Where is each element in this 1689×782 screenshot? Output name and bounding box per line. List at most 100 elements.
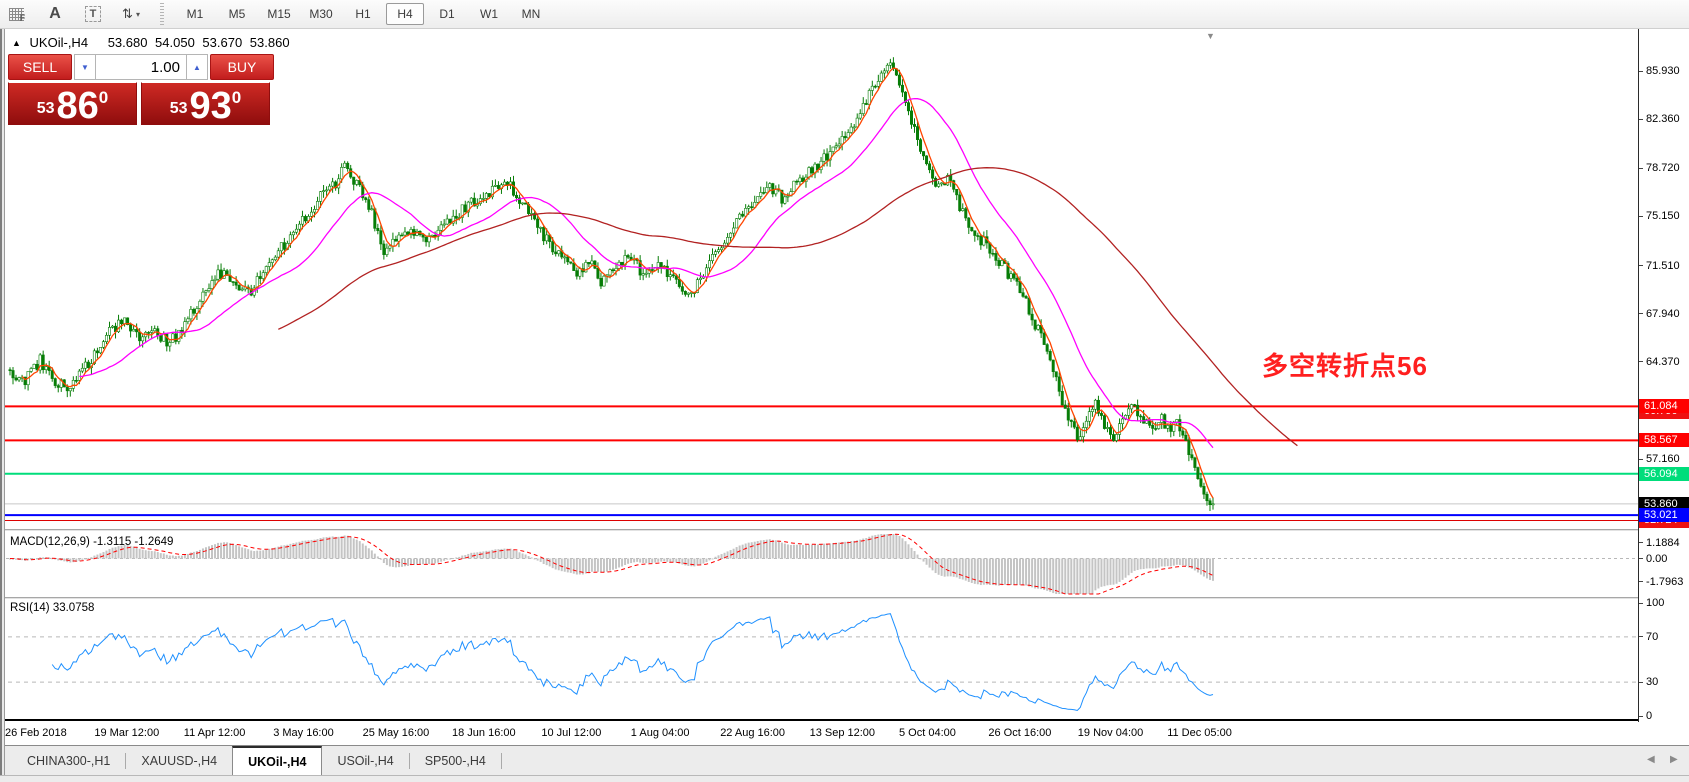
- timeframe-button-h1[interactable]: H1: [344, 3, 382, 25]
- timeframe-button-m1[interactable]: M1: [176, 3, 214, 25]
- text-box-icon[interactable]: T: [80, 2, 106, 26]
- tab-china300-h1[interactable]: CHINA300-,H1: [12, 746, 125, 775]
- price-line-label-58-567: 58.567: [1639, 433, 1689, 447]
- date-label: 1 Aug 04:00: [631, 727, 690, 739]
- sell-button[interactable]: SELL: [8, 54, 72, 80]
- price-axis-label: 64.370: [1646, 356, 1680, 368]
- tab-ukoil-h4[interactable]: UKOil-,H4: [232, 746, 322, 775]
- rsi-axis-label: 0: [1646, 710, 1652, 722]
- arrange-arrows-glyph: ⇅: [122, 6, 133, 22]
- tab-scroll-left-button[interactable]: ◀: [1647, 754, 1655, 765]
- price-axis[interactable]: 85.93082.36078.72075.15071.51067.94064.3…: [1638, 29, 1689, 741]
- timeframe-buttons: M1M5M15M30H1H4D1W1MN: [174, 3, 552, 25]
- timeframe-button-d1[interactable]: D1: [428, 3, 466, 25]
- date-label: 26 Oct 16:00: [988, 727, 1051, 739]
- price-axis-label: 82.360: [1646, 113, 1680, 125]
- panel-separator[interactable]: [0, 597, 1689, 599]
- window-edge: [0, 29, 5, 775]
- tab-separator: [501, 753, 502, 769]
- price-axis-label: 57.160: [1646, 453, 1680, 465]
- chart-header: ▲ UKOil-,H4 53.680 54.050 53.670 53.860: [12, 35, 290, 50]
- status-bar: [0, 775, 1689, 782]
- chart-symbol: UKOil-,H4: [30, 35, 89, 50]
- axis-tick: [1639, 459, 1643, 460]
- date-label: 26 Feb 2018: [5, 727, 67, 739]
- timeframe-button-h4[interactable]: H4: [386, 3, 424, 25]
- volume-decrease-button[interactable]: ▼: [74, 54, 96, 80]
- panel-separator[interactable]: [0, 529, 1689, 531]
- date-label: 13 Sep 12:00: [810, 727, 875, 739]
- buy-price-small: 53: [170, 100, 188, 118]
- axis-tick: [1639, 682, 1643, 683]
- chart-shift-icon[interactable]: F: [4, 2, 30, 26]
- price-line-label-61-084: 61.084: [1639, 399, 1689, 413]
- timeframe-button-m30[interactable]: M30: [302, 3, 340, 25]
- mt4-terminal: F A T ⇅ ▾ M1M5M15M30H1H4D1W1MN ▲ UKOil-,…: [0, 0, 1689, 782]
- axis-tick: [1639, 716, 1643, 717]
- collapse-panel-icon[interactable]: ▲: [12, 38, 21, 48]
- sell-price-button[interactable]: 53860: [8, 82, 137, 125]
- sell-price-big: 86: [57, 90, 99, 122]
- text-annotation-icon[interactable]: A: [42, 2, 68, 26]
- volume-increase-button[interactable]: ▲: [186, 54, 208, 80]
- axis-tick: [1639, 558, 1643, 559]
- price-line-label-partial-text: 60.790: [1644, 413, 1689, 417]
- one-click-trading-panel: SELL ▼ ▲ BUY 53860 53930: [8, 54, 274, 125]
- panel-separator[interactable]: [0, 719, 1640, 721]
- date-label: 19 Mar 12:00: [94, 727, 159, 739]
- macd-axis-label: 1.1884: [1646, 537, 1680, 549]
- macd-panel-canvas[interactable]: [0, 532, 1689, 597]
- axis-tick: [1639, 265, 1643, 266]
- chart-dropdown-marker-icon[interactable]: ▼: [1206, 31, 1215, 41]
- timeframe-button-w1[interactable]: W1: [470, 3, 508, 25]
- axis-tick: [1639, 581, 1643, 582]
- price-line-label-partial: 60.790: [1639, 413, 1689, 419]
- timeframe-button-m15[interactable]: M15: [260, 3, 298, 25]
- toolbar-separator: [160, 3, 164, 25]
- price-line-label-partial-text: 52.724: [1644, 522, 1689, 526]
- chart-tab-bar: CHINA300-,H1XAUUSD-,H4UKOil-,H4USOil-,H4…: [0, 745, 1689, 775]
- axis-tick: [1639, 542, 1643, 543]
- tab-scroll-right-button[interactable]: ▶: [1670, 754, 1678, 765]
- annotation-text[interactable]: 多空转折点56: [1262, 346, 1428, 383]
- timeframe-button-m5[interactable]: M5: [218, 3, 256, 25]
- rsi-panel-canvas[interactable]: [0, 599, 1689, 719]
- price-axis-label: 78.720: [1646, 162, 1680, 174]
- price-axis-label: 67.940: [1646, 308, 1680, 320]
- price-line-label-partial: 52.724: [1639, 522, 1689, 528]
- price-line-label-56-094: 56.094: [1639, 467, 1689, 481]
- date-label: 19 Nov 04:00: [1078, 727, 1143, 739]
- macd-axis-label: -1.7963: [1646, 576, 1683, 588]
- top-toolbar: F A T ⇅ ▾ M1M5M15M30H1H4D1W1MN: [0, 0, 1689, 29]
- sell-price-small: 53: [37, 100, 55, 118]
- axis-tick: [1639, 636, 1643, 637]
- chart-shift-letter: F: [20, 13, 26, 23]
- date-label: 22 Aug 16:00: [720, 727, 785, 739]
- axis-tick: [1639, 216, 1643, 217]
- tab-xauusd-h4[interactable]: XAUUSD-,H4: [126, 746, 232, 775]
- price-axis-label: 71.510: [1646, 260, 1680, 272]
- axis-tick: [1639, 603, 1643, 604]
- price-axis-label: 75.150: [1646, 210, 1680, 222]
- axis-tick: [1639, 71, 1643, 72]
- buy-price-button[interactable]: 53930: [141, 82, 270, 125]
- rsi-axis-label: 70: [1646, 631, 1658, 643]
- chevron-down-icon: ▾: [136, 10, 140, 19]
- volume-input[interactable]: [96, 54, 186, 80]
- tab-sp500-h4[interactable]: SP500-,H4: [410, 746, 501, 775]
- macd-axis-label: 0.00: [1646, 553, 1667, 565]
- date-label: 10 Jul 12:00: [541, 727, 601, 739]
- date-label: 25 May 16:00: [363, 727, 430, 739]
- tab-usoil-h4[interactable]: USOil-,H4: [322, 746, 408, 775]
- macd-label: MACD(12,26,9) -1.3115 -1.2649: [10, 536, 173, 548]
- rsi-label: RSI(14) 33.0758: [10, 602, 94, 614]
- text-box-glyph: T: [85, 6, 102, 22]
- arrange-arrows-icon[interactable]: ⇅ ▾: [118, 2, 144, 26]
- date-label: 11 Apr 12:00: [184, 727, 246, 739]
- date-label: 5 Oct 04:00: [899, 727, 956, 739]
- buy-button[interactable]: BUY: [210, 54, 274, 80]
- timeframe-button-mn[interactable]: MN: [512, 3, 550, 25]
- date-label: 3 May 16:00: [273, 727, 334, 739]
- price-line-label-53-021: 53.021: [1639, 508, 1689, 522]
- date-axis[interactable]: 26 Feb 2018 19 Mar 12:00 11 Apr 12:00 3 May…: [0, 722, 1689, 745]
